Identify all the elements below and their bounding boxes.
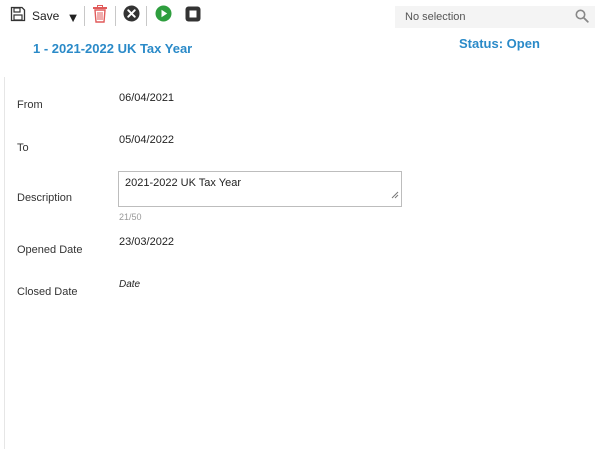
save-label: Save — [32, 9, 60, 23]
delete-button[interactable] — [91, 4, 109, 28]
to-date-field[interactable]: 05/04/2022 — [119, 134, 174, 146]
opened-date-field[interactable]: 23/03/2022 — [119, 236, 174, 248]
panel-border — [4, 77, 5, 449]
selection-text: No selection — [405, 11, 466, 23]
character-counter: 21/50 — [119, 212, 142, 222]
from-date-field[interactable]: 06/04/2021 — [119, 92, 174, 104]
save-dropdown-button[interactable]: ▼ — [66, 9, 80, 25]
from-label: From — [17, 99, 43, 111]
closed-date-field[interactable]: Date — [119, 279, 140, 290]
toolbar-divider — [115, 6, 116, 26]
closed-date-label: Closed Date — [17, 286, 78, 298]
resize-grip-icon[interactable] — [391, 186, 399, 204]
toolbar: Save ▼ No selection — [0, 0, 600, 34]
dropdown-arrow-icon: ▼ — [66, 9, 80, 25]
status-badge: Status: Open — [459, 36, 540, 51]
cancel-icon — [123, 5, 140, 27]
close-button[interactable] — [184, 6, 202, 27]
to-label: To — [17, 142, 29, 154]
description-textarea[interactable]: 2021-2022 UK Tax Year — [118, 171, 402, 207]
toolbar-divider — [146, 6, 147, 26]
save-button[interactable]: Save — [10, 6, 59, 26]
description-label: Description — [17, 192, 73, 204]
cancel-button[interactable] — [122, 5, 140, 27]
save-icon — [10, 6, 26, 27]
selection-search-box[interactable]: No selection — [395, 6, 595, 28]
play-icon — [155, 5, 172, 27]
record-title: 1 - 2021-2022 UK Tax Year — [33, 41, 193, 56]
opened-date-label: Opened Date — [17, 244, 83, 256]
trash-icon — [92, 4, 108, 28]
open-button[interactable] — [154, 5, 172, 27]
search-icon[interactable] — [575, 9, 589, 28]
stop-icon — [185, 6, 201, 27]
toolbar-divider — [84, 6, 85, 26]
description-text: 2021-2022 UK Tax Year — [125, 177, 241, 189]
